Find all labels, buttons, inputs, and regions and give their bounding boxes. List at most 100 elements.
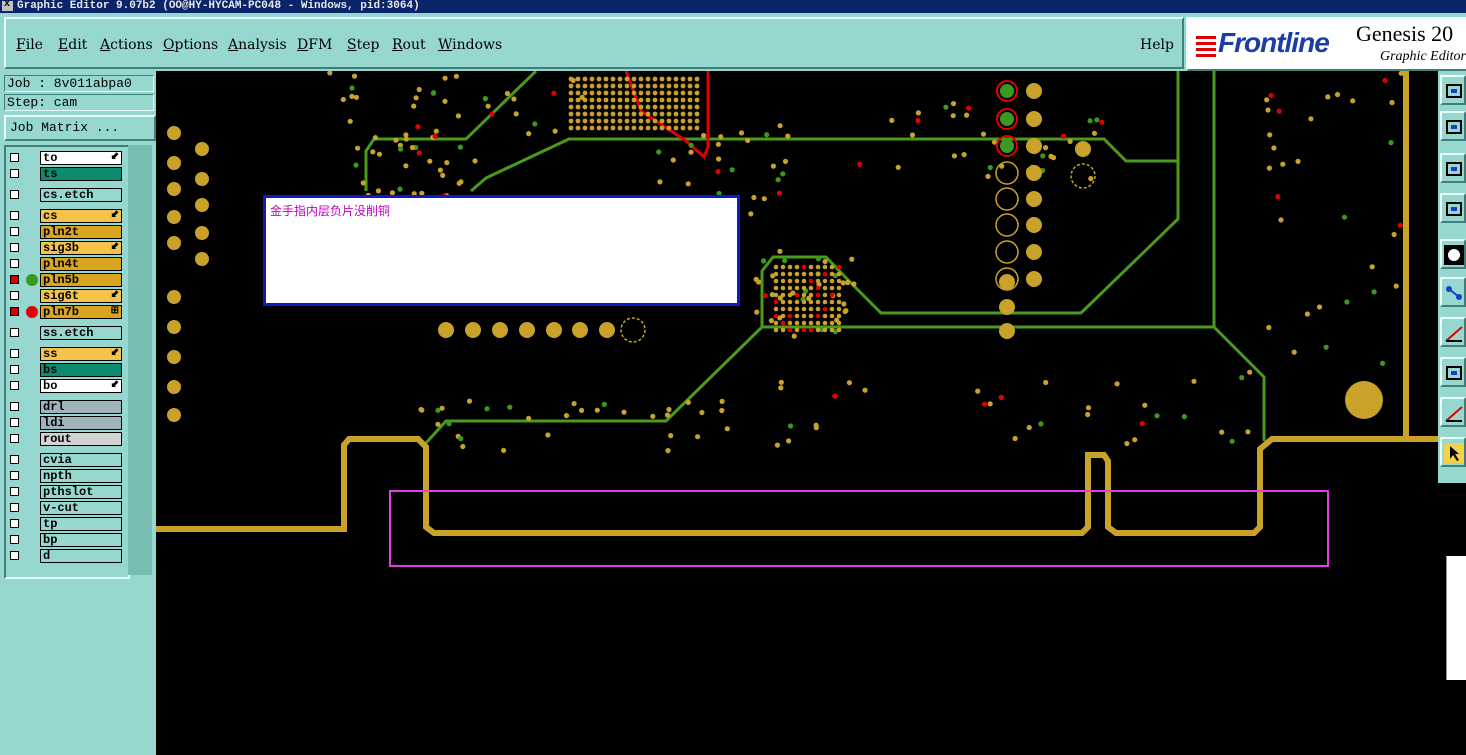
layer-checkbox[interactable] — [10, 243, 19, 252]
layer-row-pthslot[interactable]: pthslot — [6, 485, 128, 500]
layer-checkbox[interactable] — [10, 349, 19, 358]
layer-row-to[interactable]: to ⬋ — [6, 151, 128, 166]
menu-help[interactable]: Help — [1140, 37, 1174, 53]
layer-row-ss[interactable]: ss ⬋ — [6, 347, 128, 362]
layer-name[interactable]: pln7b ⊞ — [40, 305, 122, 319]
layer-row-ss-etch[interactable]: ss.etch — [6, 326, 128, 341]
layer-row-bp[interactable]: bp — [6, 533, 128, 548]
layer-checkbox[interactable] — [10, 190, 19, 199]
layer-name[interactable]: v-cut — [40, 501, 122, 515]
layer-row-rout[interactable]: rout — [6, 432, 128, 447]
menu-analysis[interactable]: Analysis — [228, 37, 287, 53]
layer-checkbox[interactable] — [10, 471, 19, 480]
layer-checkbox[interactable] — [10, 365, 19, 374]
layer-checkbox[interactable] — [10, 153, 19, 162]
layer-row-pln5b[interactable]: pln5b — [6, 273, 128, 288]
layer-name[interactable]: ss.etch — [40, 326, 122, 340]
graphic-canvas[interactable]: 金手指内层负片没削铜 — [156, 71, 1438, 755]
layer-name[interactable]: pln2t — [40, 225, 122, 239]
layer-row-pln2t[interactable]: pln2t — [6, 225, 128, 240]
layer-name[interactable]: ldi — [40, 416, 122, 430]
layer-checkbox[interactable] — [10, 291, 19, 300]
layer-name[interactable]: cs.etch — [40, 188, 122, 202]
measure-icon[interactable] — [1440, 193, 1466, 223]
move-icon[interactable] — [1440, 111, 1466, 141]
layer-checkbox[interactable] — [10, 455, 19, 464]
layer-list-scrollbar[interactable] — [128, 145, 152, 575]
layer-row-cs-etch[interactable]: cs.etch — [6, 188, 128, 203]
pointer-icon[interactable] — [1440, 437, 1466, 467]
layer-name[interactable]: rout — [40, 432, 122, 446]
menu-file[interactable]: File — [16, 37, 43, 53]
layer-name[interactable]: tp — [40, 517, 122, 531]
menu-actions[interactable]: Actions — [100, 37, 153, 53]
via — [1280, 161, 1286, 167]
menu-dfm[interactable]: DFM — [297, 37, 332, 53]
layer-name[interactable]: to ⬋ — [40, 151, 122, 165]
zoom-fit-icon[interactable] — [1440, 75, 1466, 105]
layer-checkbox[interactable] — [10, 307, 19, 316]
layer-row-tp[interactable]: tp — [6, 517, 128, 532]
layer-row-cs[interactable]: cs ⬋ — [6, 209, 128, 224]
layer-name[interactable]: pln5b — [40, 273, 122, 287]
layer-checkbox[interactable] — [10, 211, 19, 220]
layer-checkbox[interactable] — [10, 328, 19, 337]
layer-checkbox[interactable] — [10, 551, 19, 560]
layer-row-bo[interactable]: bo ⬋ — [6, 379, 128, 394]
layer-name[interactable]: bo ⬋ — [40, 379, 122, 393]
overview-map[interactable] — [1446, 556, 1466, 680]
layer-row-npth[interactable]: npth — [6, 469, 128, 484]
bga-pad — [687, 125, 693, 131]
layer-checkbox[interactable] — [10, 418, 19, 427]
menu-rout[interactable]: Rout — [392, 37, 426, 53]
layer-row-ts[interactable]: ts — [6, 167, 128, 182]
layer-name[interactable]: pln4t — [40, 257, 122, 271]
layer-row-v-cut[interactable]: v-cut — [6, 501, 128, 516]
system-menu-icon[interactable] — [2, 0, 13, 11]
resize-icon[interactable] — [1440, 153, 1466, 183]
menu-windows[interactable]: Windows — [438, 37, 502, 53]
layer-checkbox[interactable] — [10, 535, 19, 544]
layer-checkbox[interactable] — [10, 519, 19, 528]
bga-pad — [815, 299, 821, 305]
layer-checkbox[interactable] — [10, 227, 19, 236]
job-matrix-button[interactable]: Job Matrix ... — [4, 115, 156, 141]
layer-checkbox[interactable] — [10, 402, 19, 411]
layer-checkbox[interactable] — [10, 169, 19, 178]
layer-name[interactable]: ts — [40, 167, 122, 181]
layer-checkbox[interactable] — [10, 434, 19, 443]
layer-checkbox[interactable] — [10, 275, 19, 284]
layer-name[interactable]: ss ⬋ — [40, 347, 122, 361]
layer-name[interactable]: bp — [40, 533, 122, 547]
layer-name[interactable]: cs ⬋ — [40, 209, 122, 223]
snap-icon[interactable] — [1440, 357, 1466, 387]
layer-checkbox[interactable] — [10, 503, 19, 512]
layer-row-sig6t[interactable]: sig6t ⬋ — [6, 289, 128, 304]
layer-name[interactable]: d — [40, 549, 122, 563]
layer-row-d[interactable]: d — [6, 549, 128, 564]
layer-name[interactable]: sig3b ⬋ — [40, 241, 122, 255]
delta-icon[interactable] — [1440, 397, 1466, 427]
layer-checkbox[interactable] — [10, 259, 19, 268]
layer-name[interactable]: sig6t ⬋ — [40, 289, 122, 303]
layer-name[interactable]: drl — [40, 400, 122, 414]
layer-name[interactable]: npth — [40, 469, 122, 483]
circle-icon[interactable] — [1440, 239, 1466, 269]
menu-edit[interactable]: Edit — [58, 37, 87, 53]
net-icon[interactable] — [1440, 277, 1466, 307]
layer-row-sig3b[interactable]: sig3b ⬋ — [6, 241, 128, 256]
layer-row-pln4t[interactable]: pln4t — [6, 257, 128, 272]
layer-row-bs[interactable]: bs — [6, 363, 128, 378]
menu-options[interactable]: Options — [163, 37, 218, 53]
menu-step[interactable]: Step — [347, 37, 379, 53]
layer-row-ldi[interactable]: ldi — [6, 416, 128, 431]
layer-row-cvia[interactable]: cvia — [6, 453, 128, 468]
layer-name[interactable]: pthslot — [40, 485, 122, 499]
triangle-icon[interactable] — [1440, 317, 1466, 347]
layer-name[interactable]: bs — [40, 363, 122, 377]
layer-row-pln7b[interactable]: pln7b ⊞ — [6, 305, 128, 320]
layer-checkbox[interactable] — [10, 487, 19, 496]
layer-name[interactable]: cvia — [40, 453, 122, 467]
layer-checkbox[interactable] — [10, 381, 19, 390]
layer-row-drl[interactable]: drl — [6, 400, 128, 415]
